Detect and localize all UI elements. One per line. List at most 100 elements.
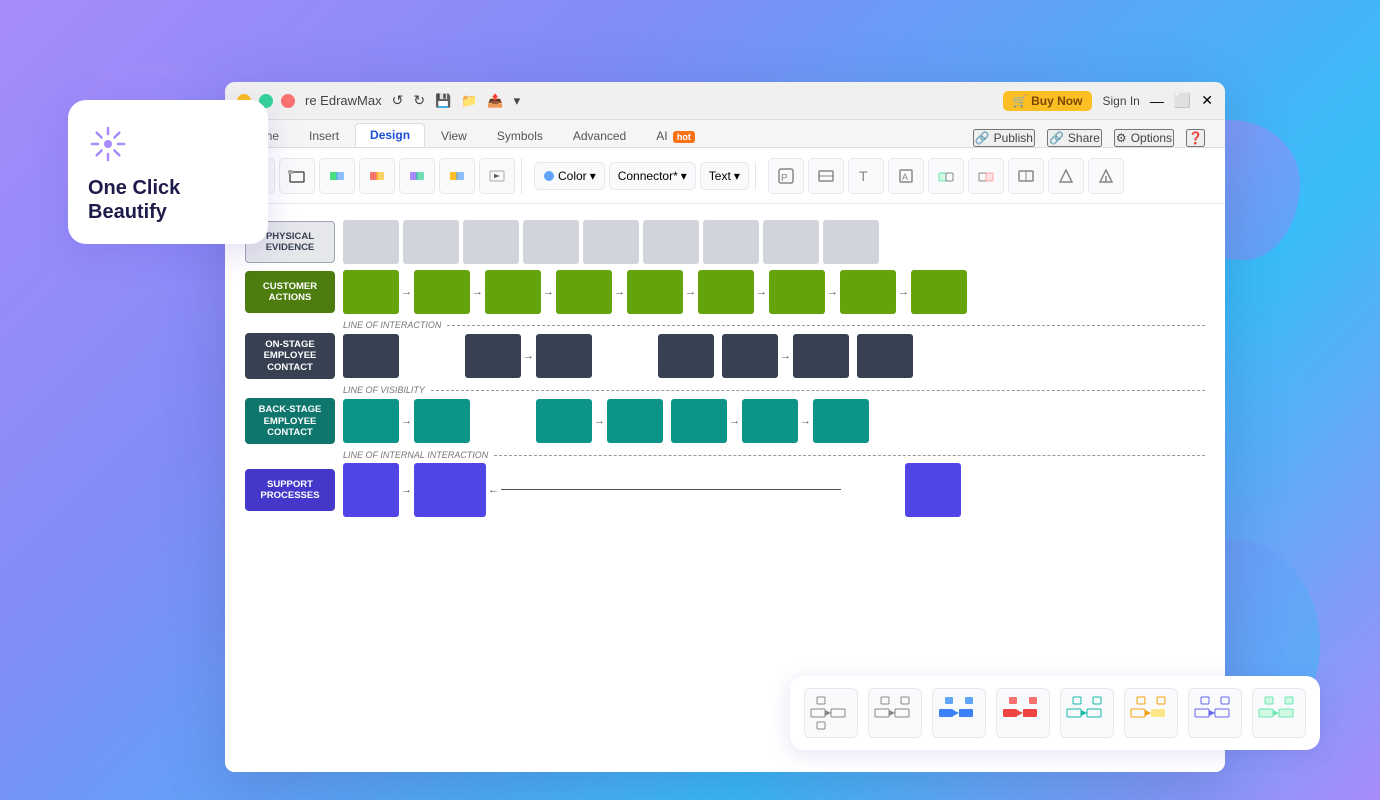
buy-now-button[interactable]: 🛒 Buy Now xyxy=(1003,91,1093,111)
ca-box-1 xyxy=(343,270,399,314)
sp-box-3 xyxy=(905,463,961,517)
shape-tool-6[interactable] xyxy=(479,158,515,194)
bs-box-4 xyxy=(607,399,663,443)
template-thumb-5[interactable] xyxy=(1060,688,1114,738)
line-interaction-label: LINE OF INTERACTION xyxy=(343,320,441,330)
sp-box-2 xyxy=(414,463,486,517)
customer-actions-label: CUSTOMERACTIONS xyxy=(245,271,335,313)
tab-view[interactable]: View xyxy=(427,125,481,147)
template-thumb-8-gray[interactable] xyxy=(1252,688,1306,738)
icon-6[interactable] xyxy=(968,158,1004,194)
icon-3[interactable]: T xyxy=(848,158,884,194)
bs-arrow-3: → xyxy=(729,415,740,427)
folder-icon[interactable]: 📁 xyxy=(461,93,477,109)
os-box-2 xyxy=(465,334,521,378)
help-button[interactable]: ❓ xyxy=(1186,129,1205,147)
bs-box-5 xyxy=(671,399,727,443)
shape-tool-5[interactable] xyxy=(439,158,475,194)
support-processes-row: SUPPORTPROCESSES → ← xyxy=(245,463,1205,517)
ca-arrow-7: → xyxy=(827,286,838,298)
ca-box-8 xyxy=(840,270,896,314)
pe-box-2 xyxy=(403,220,459,264)
undo-icon[interactable]: ↺ xyxy=(392,92,404,109)
text-dropdown[interactable]: Text ▾ xyxy=(700,162,749,190)
ca-arrow-2: → xyxy=(472,286,483,298)
template-thumb-3-blue[interactable] xyxy=(932,688,986,738)
icon-tools-group: P T A xyxy=(762,158,1130,194)
shape-tool-2[interactable] xyxy=(319,158,355,194)
sp-arrow-1: → xyxy=(401,484,412,496)
physical-evidence-boxes xyxy=(343,220,1205,264)
shape-tool-4[interactable] xyxy=(399,158,435,194)
options-button[interactable]: ⚙ Options xyxy=(1114,129,1174,147)
line-visibility-label: LINE OF VISIBILITY xyxy=(343,385,425,395)
backstage-row: BACK-STAGEEMPLOYEECONTACT → → → → xyxy=(245,398,1205,444)
line-interaction-rule xyxy=(447,325,1205,326)
ca-arrow-6: → xyxy=(756,286,767,298)
bs-arrow-2: → xyxy=(594,415,605,427)
bs-arrow-1: → xyxy=(401,415,412,427)
sp-long-line xyxy=(501,489,841,491)
tab-advanced[interactable]: Advanced xyxy=(559,125,640,147)
tab-ai[interactable]: AI hot xyxy=(642,125,709,147)
tab-insert[interactable]: Insert xyxy=(295,125,353,147)
rect-tool[interactable] xyxy=(279,158,315,194)
ca-box-3 xyxy=(485,270,541,314)
export-icon[interactable]: 📤 xyxy=(487,93,503,109)
sp-box-1 xyxy=(343,463,399,517)
template-thumb-6-yellow[interactable] xyxy=(1124,688,1178,738)
ca-box-6 xyxy=(698,270,754,314)
icon-1[interactable]: P xyxy=(768,158,804,194)
pe-box-1 xyxy=(343,220,399,264)
line-internal-label: LINE OF INTERNAL INTERACTION xyxy=(343,450,488,460)
win-x-icon[interactable]: ✕ xyxy=(1201,92,1213,109)
ca-arrow-5: → xyxy=(685,286,696,298)
ca-arrow-4: → xyxy=(614,286,625,298)
icon-5[interactable] xyxy=(928,158,964,194)
svg-text:P: P xyxy=(781,173,788,184)
connector-dropdown[interactable]: Connector* ▾ xyxy=(609,162,696,190)
template-thumb-1[interactable] xyxy=(804,688,858,738)
tab-design[interactable]: Design xyxy=(355,123,425,147)
title-bar-left: re EdrawMax ↺ ↻ 💾 📁 📤 ▾ xyxy=(237,92,520,109)
ca-arrow-3: → xyxy=(543,286,554,298)
save-icon[interactable]: 💾 xyxy=(435,93,451,109)
icon-2[interactable] xyxy=(808,158,844,194)
onstage-boxes: → → xyxy=(343,334,1205,378)
os-box-7 xyxy=(857,334,913,378)
win-minimize-icon[interactable]: — xyxy=(1150,93,1164,109)
icon-9[interactable] xyxy=(1088,158,1124,194)
icon-4[interactable]: A xyxy=(888,158,924,194)
ca-box-4 xyxy=(556,270,612,314)
os-box-6 xyxy=(793,334,849,378)
backstage-label: BACK-STAGEEMPLOYEECONTACT xyxy=(245,398,335,444)
bs-arrow-4: → xyxy=(800,415,811,427)
icon-7[interactable] xyxy=(1008,158,1044,194)
sign-in-button[interactable]: Sign In xyxy=(1102,94,1139,108)
beautify-icon xyxy=(88,124,128,164)
template-strip xyxy=(790,676,1320,750)
ai-badge: hot xyxy=(673,131,695,143)
app-title: re EdrawMax xyxy=(305,93,382,108)
ca-box-7 xyxy=(769,270,825,314)
close-button[interactable] xyxy=(281,94,295,108)
shape-tool-3[interactable] xyxy=(359,158,395,194)
template-thumb-7[interactable] xyxy=(1188,688,1242,738)
share-button[interactable]: 🔗 Share xyxy=(1047,129,1102,147)
edraw-window: re EdrawMax ↺ ↻ 💾 📁 📤 ▾ 🛒 Buy Now Sign I… xyxy=(225,82,1225,772)
win-restore-icon[interactable]: ⬜ xyxy=(1174,92,1191,109)
ca-box-5 xyxy=(627,270,683,314)
physical-evidence-row: PHYSICALEVIDENCE xyxy=(245,220,1205,264)
customer-actions-row: CUSTOMERACTIONS → → → → → → xyxy=(245,270,1205,314)
line-of-visibility: LINE OF VISIBILITY xyxy=(343,385,1205,395)
more-icon[interactable]: ▾ xyxy=(514,93,521,109)
pe-box-6 xyxy=(643,220,699,264)
template-thumb-4-red[interactable] xyxy=(996,688,1050,738)
template-thumb-2[interactable] xyxy=(868,688,922,738)
color-dropdown[interactable]: Color ▾ xyxy=(534,162,605,190)
tab-symbols[interactable]: Symbols xyxy=(483,125,557,147)
support-processes-label: SUPPORTPROCESSES xyxy=(245,469,335,511)
redo-icon[interactable]: ↻ xyxy=(413,92,425,109)
icon-8[interactable] xyxy=(1048,158,1084,194)
publish-button[interactable]: 🔗 Publish xyxy=(973,129,1035,147)
